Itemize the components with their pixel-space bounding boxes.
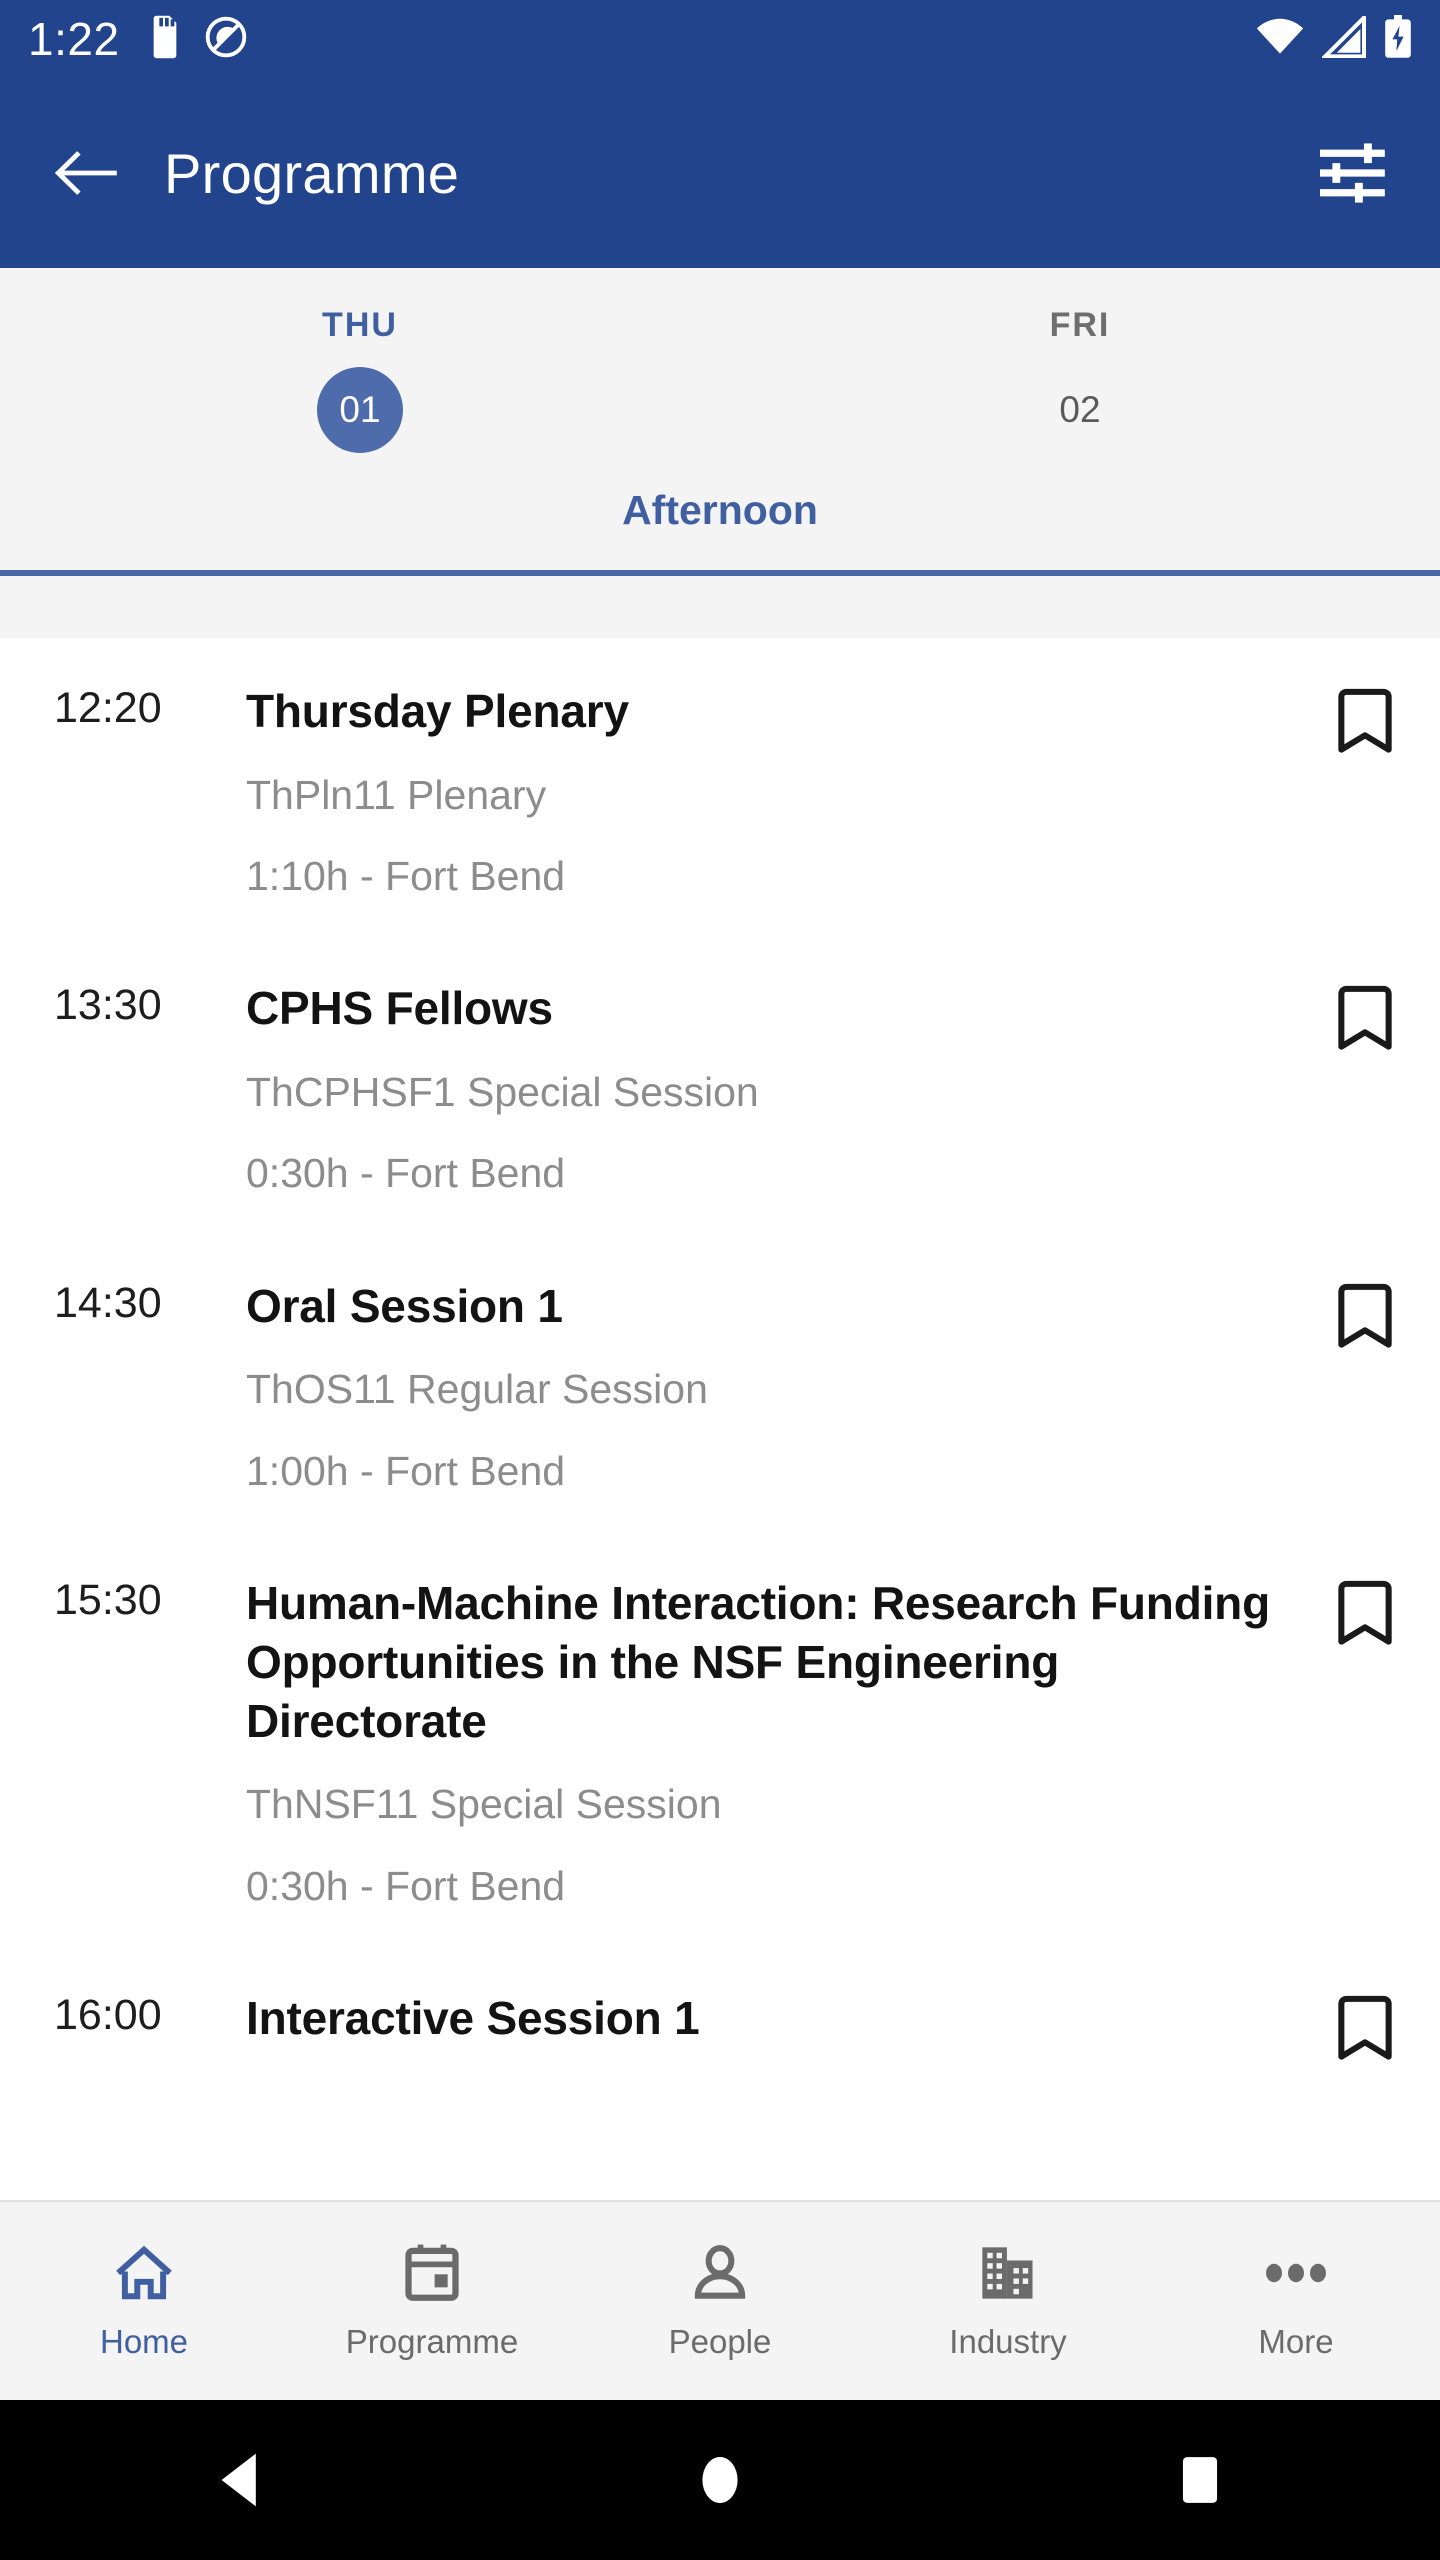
session-time: 14:30 [54, 1278, 162, 1327]
session-row[interactable]: 12:20 Thursday Plenary ThPln11 Plenary 1… [0, 638, 1440, 935]
session-code: ThOS11 Regular Session [246, 1366, 708, 1413]
day-tabs: THU 01 FRI 02 [0, 268, 1440, 453]
nav-label: Industry [949, 2323, 1067, 2360]
home-icon [113, 2241, 175, 2305]
day-tab-thu[interactable]: THU 01 [0, 306, 720, 453]
building-icon [978, 2241, 1038, 2305]
session-details: CPHS Fellows ThCPHSF1 Special Session 0:… [202, 979, 1330, 1198]
day-tab-name: THU [322, 306, 398, 344]
session-details: Interactive Session 1 [202, 1989, 1330, 2048]
bookmark-outline-icon[interactable] [1330, 682, 1400, 754]
bottom-navigation-bar: Home Programme People Industry More [0, 2200, 1440, 2400]
session-code: ThNSF11 Special Session [246, 1781, 722, 1828]
bookmark-outline-icon[interactable] [1330, 1574, 1400, 1646]
session-row[interactable]: 13:30 CPHS Fellows ThCPHSF1 Special Sess… [0, 935, 1440, 1232]
battery-charging-icon [1384, 14, 1412, 64]
bookmark-outline-icon[interactable] [1330, 979, 1400, 1051]
day-selector-strip: THU 01 FRI 02 Afternoon [0, 268, 1440, 638]
nav-label: Home [99, 2323, 189, 2360]
android-system-nav [0, 2400, 1440, 2560]
session-meta: 0:30h - Fort Bend [246, 1150, 566, 1197]
session-meta: 1:00h - Fort Bend [246, 1447, 566, 1494]
android-recents-icon[interactable] [960, 2453, 1440, 2507]
session-time: 12:20 [54, 684, 162, 732]
nav-item-programme[interactable]: Programme [288, 2241, 576, 2361]
back-arrow-icon[interactable] [46, 133, 126, 213]
session-details: Oral Session 1 ThOS11 Regular Session 1:… [202, 1277, 1330, 1496]
session-title: Interactive Session 1 [246, 1991, 700, 2044]
nav-item-people[interactable]: People [576, 2241, 864, 2361]
cellular-signal-icon [1320, 12, 1366, 63]
day-tab-fri[interactable]: FRI 02 [720, 306, 1440, 453]
session-row[interactable]: 14:30 Oral Session 1 ThOS11 Regular Sess… [0, 1233, 1440, 1530]
bookmark-outline-icon[interactable] [1330, 1277, 1400, 1349]
more-dots-icon [1264, 2241, 1328, 2305]
status-bar-left-icons [148, 15, 248, 64]
period-section: Afternoon [0, 487, 1440, 576]
session-details: Human-Machine Interaction: Research Fund… [202, 1574, 1330, 1911]
session-time: 16:00 [54, 1990, 162, 2039]
nav-label: People [668, 2323, 772, 2360]
session-code: ThCPHSF1 Special Session [246, 1069, 759, 1116]
android-back-icon[interactable] [0, 2451, 480, 2509]
calendar-icon [403, 2241, 461, 2305]
do-not-disturb-icon [204, 15, 248, 64]
session-row[interactable]: 15:30 Human-Machine Interaction: Researc… [0, 1530, 1440, 1945]
session-meta: 1:10h - Fort Bend [246, 853, 566, 900]
status-bar: 1:22 [0, 0, 1440, 78]
day-tab-number: 02 [1059, 389, 1101, 430]
session-details: Thursday Plenary ThPln11 Plenary 1:10h -… [202, 682, 1330, 901]
session-title: Oral Session 1 [246, 1279, 563, 1332]
app-bar: Programme [0, 78, 1440, 268]
status-bar-right-icons [1256, 12, 1412, 64]
tune-filter-icon[interactable] [1308, 130, 1394, 216]
period-underline [0, 570, 1440, 576]
nav-item-home[interactable]: Home [0, 2241, 288, 2361]
day-tab-number: 01 [317, 367, 403, 453]
session-title: Human-Machine Interaction: Research Fund… [246, 1576, 1270, 1747]
wifi-icon [1256, 17, 1304, 62]
session-title: Thursday Plenary [246, 685, 629, 737]
session-meta: 0:30h - Fort Bend [246, 1862, 566, 1909]
status-bar-clock: 1:22 [28, 13, 120, 65]
day-tab-name: FRI [1049, 306, 1111, 344]
sd-card-icon [148, 15, 182, 64]
session-time: 13:30 [54, 981, 162, 1030]
page-title: Programme [164, 141, 460, 205]
period-label[interactable]: Afternoon [0, 487, 1440, 534]
nav-label: Programme [345, 2323, 519, 2360]
bookmark-outline-icon[interactable] [1330, 1989, 1400, 2061]
android-home-icon[interactable] [480, 2452, 960, 2508]
person-icon [691, 2241, 749, 2305]
session-list[interactable]: 12:20 Thursday Plenary ThPln11 Plenary 1… [0, 638, 1440, 2200]
app-screen: 1:22 Programme THU 01 FRI 02 Afternoon 1… [0, 0, 1440, 2560]
session-title: CPHS Fellows [246, 982, 553, 1035]
session-code: ThPln11 Plenary [246, 771, 547, 818]
nav-item-more[interactable]: More [1152, 2241, 1440, 2361]
nav-item-industry[interactable]: Industry [864, 2241, 1152, 2361]
session-row[interactable]: 16:00 Interactive Session 1 [0, 1945, 1440, 2095]
session-time: 15:30 [54, 1575, 162, 1624]
nav-label: More [1258, 2323, 1334, 2360]
